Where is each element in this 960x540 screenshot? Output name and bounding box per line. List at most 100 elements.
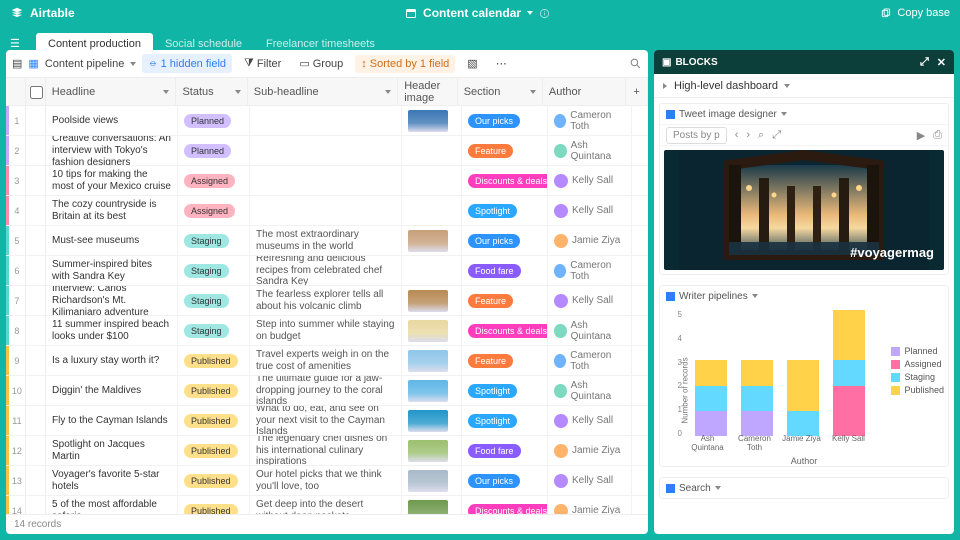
group-button[interactable]: ▭ Group [293,54,349,73]
header-image-thumb[interactable] [408,290,448,312]
record-select[interactable]: Posts by p [666,127,727,144]
chevron-down-icon[interactable] [781,112,787,116]
dashboard-selector[interactable]: High-level dashboard [654,74,954,98]
filter-label: Filter [257,58,281,70]
legend-item: Staging [891,372,944,382]
bar-segment[interactable] [833,386,865,436]
table-row[interactable]: 2Creative conversations: An interview wi… [6,136,648,166]
header-image-thumb[interactable] [408,470,448,492]
column-header-image[interactable]: Header image [398,78,457,105]
prev-icon[interactable]: ‹ [735,129,739,141]
table-row[interactable]: 145 of the most affordable safarisPublis… [6,496,648,514]
chevron-down-icon[interactable] [752,294,758,298]
column-sub-headline[interactable]: Sub-headline [248,78,398,105]
copy-base-button[interactable]: Copy base [880,7,950,19]
table-row[interactable]: 6Summer-inspired bites with Sandra KeySt… [6,256,648,286]
header-image-thumb[interactable] [408,410,448,432]
column-section[interactable]: Section [458,78,543,105]
table-row[interactable]: 12Spotlight on Jacques MartinPublishedTh… [6,436,648,466]
table-row[interactable]: 4The cozy countryside is Britain at its … [6,196,648,226]
column-label: Headline [52,86,95,98]
zoom-icon[interactable]: ⌕ [758,129,764,142]
hashtag-overlay: #voyagermag [850,245,934,260]
bar-category-label: Ash Quintana [684,434,731,452]
avatar [554,144,567,158]
next-icon[interactable]: › [746,129,750,141]
header-image-thumb[interactable] [408,320,448,342]
column-author[interactable]: Author [543,78,626,105]
header-image-thumb[interactable] [408,350,448,372]
chart-area: Number of records 543210 PlannedAssigned… [660,306,948,466]
info-icon[interactable] [539,8,550,19]
bar-segment[interactable] [695,386,727,411]
select-all-checkbox[interactable] [30,86,43,99]
expand-icon[interactable]: ⤢ [920,56,929,69]
palette-icon: ▧ [467,57,477,70]
tweet-image-preview: #voyagermag [664,150,944,270]
table-row[interactable]: 13Voyager's favorite 5-star hotelsPublis… [6,466,648,496]
avatar [554,444,568,458]
search-icon[interactable] [629,57,642,70]
menu-icon[interactable]: ☰ [10,37,20,50]
close-icon[interactable]: ✕ [937,56,946,69]
bar-segment[interactable] [833,310,865,360]
bar-segment[interactable] [833,360,865,385]
play-icon[interactable]: ▶ [917,129,925,142]
hidden-fields-button[interactable]: ⦵ 1 hidden field [142,54,232,73]
table-row[interactable]: 1Poolside viewsPlannedOur picksCameron T… [6,106,648,136]
bar-category-label: Jamie Ziya [782,434,821,443]
copy-base-label: Copy base [897,7,950,19]
column-label: Author [549,86,581,98]
bar-category-label: Cameron Toth [731,434,778,452]
block-search[interactable]: Search [659,477,949,499]
chevron-down-icon[interactable] [163,90,169,94]
sort-icon: ↕ [361,58,367,70]
table-row[interactable]: 10Diggin' the MaldivesPublishedThe ultim… [6,376,648,406]
header-image-thumb[interactable] [408,380,448,402]
bar-segment[interactable] [787,360,819,410]
header-image-thumb[interactable] [408,230,448,252]
color-button[interactable]: ▧ [461,54,483,73]
avatar [554,294,568,308]
base-title[interactable]: Content calendar [423,6,521,20]
avatar [554,414,568,428]
group-icon: ▭ [299,57,309,70]
chevron-down-icon[interactable] [385,90,391,94]
column-label: Section [464,86,501,98]
checkbox-column[interactable] [26,78,46,105]
chevron-down-icon[interactable] [715,486,721,490]
chevron-down-icon[interactable] [527,11,533,15]
chevron-down-icon[interactable] [663,83,667,89]
views-menu-icon[interactable]: ▤ [12,57,22,70]
column-headline[interactable]: Headline [46,78,177,105]
column-status[interactable]: Status [176,78,247,105]
header-image-thumb[interactable] [408,110,448,132]
table-row[interactable]: 11Fly to the Cayman IslandsPublishedWhat… [6,406,648,436]
filter-button[interactable]: ⧩ Filter [238,54,287,73]
avatar [554,354,566,368]
header-image-thumb[interactable] [408,440,448,462]
expand-icon[interactable]: ⤢ [772,129,781,142]
bar-segment[interactable] [695,360,727,385]
avatar [554,174,568,188]
sort-button[interactable]: ↕ Sorted by 1 field [355,55,455,73]
blocks-title: BLOCKS [675,57,717,68]
chevron-down-icon[interactable] [130,62,136,66]
add-column-button[interactable]: + [626,78,648,105]
bar-segment[interactable] [741,360,773,385]
chevron-down-icon[interactable] [235,90,241,94]
table-row[interactable]: 7Interview: Carlos Richardson's Mt. Kili… [6,286,648,316]
chevron-down-icon[interactable] [530,90,536,94]
table-row[interactable]: 811 summer inspired beach looks under $1… [6,316,648,346]
more-button[interactable]: ⋯ [490,54,513,73]
blocks-pane: ▣ BLOCKS ⤢ ✕ High-level dashboard Tweet … [654,50,954,534]
table-row[interactable]: 5Must-see museumsStagingThe most extraor… [6,226,648,256]
hidden-fields-label: 1 hidden field [161,58,226,70]
table-row[interactable]: 310 tips for making the most of your Mex… [6,166,648,196]
table-row[interactable]: 9Is a luxury stay worth it?PublishedTrav… [6,346,648,376]
bar-segment[interactable] [741,386,773,411]
print-icon[interactable]: ⎙ [933,129,942,142]
header-image-thumb[interactable] [408,500,448,515]
chevron-down-icon[interactable] [784,84,790,88]
view-name[interactable]: Content pipeline [45,58,125,70]
